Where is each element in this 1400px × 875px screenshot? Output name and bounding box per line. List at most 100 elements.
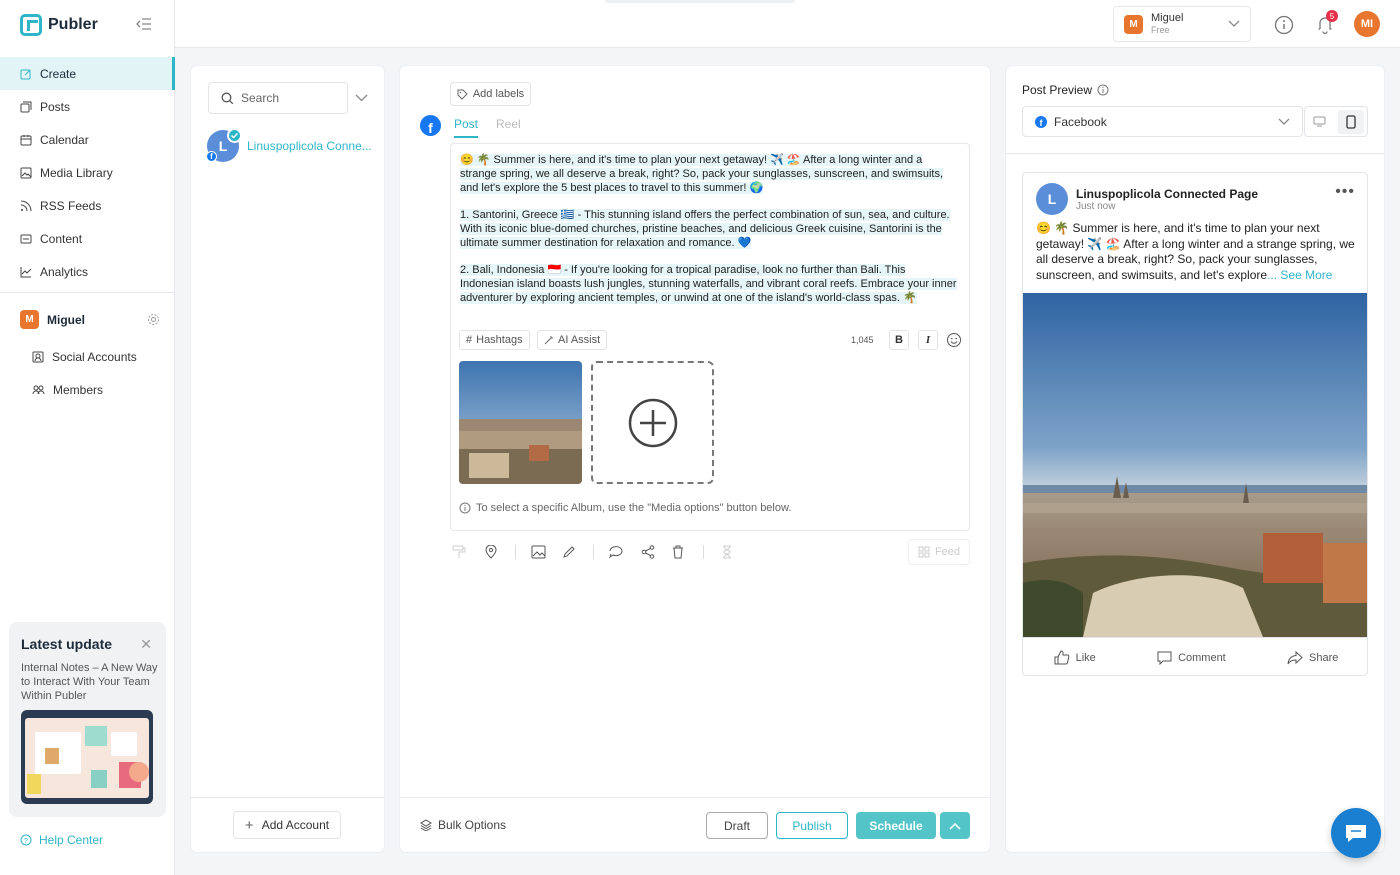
- edit-icon: [20, 69, 31, 79]
- nav-item-create[interactable]: Create: [0, 57, 175, 90]
- bold-button[interactable]: B: [889, 330, 909, 350]
- nav-item-analytics[interactable]: Analytics: [0, 255, 175, 288]
- ai-assist-button[interactable]: AI Assist: [537, 330, 608, 350]
- mobile-icon[interactable]: [1338, 110, 1364, 134]
- members-icon: [32, 385, 45, 395]
- grid-icon: [918, 546, 930, 558]
- help-center-link[interactable]: ? Help Center: [20, 833, 103, 847]
- publer-logo[interactable]: Publer: [20, 14, 98, 36]
- plus-circle-icon: [628, 398, 677, 447]
- nav-label: Content: [40, 231, 83, 246]
- feed-button[interactable]: Feed: [908, 539, 970, 565]
- comment-icon[interactable]: [609, 545, 624, 559]
- divider: [1006, 153, 1384, 154]
- close-icon[interactable]: ✕: [140, 636, 152, 653]
- post-body: 😊 🌴 Summer is here, and it's time to pla…: [1036, 221, 1356, 283]
- sub-item-members[interactable]: Members: [32, 383, 103, 397]
- publish-button[interactable]: Publish: [776, 812, 848, 839]
- add-account-button[interactable]: + Add Account: [233, 811, 341, 839]
- post-header: L Linuspoplicola Connected Page Just now: [1036, 183, 1258, 215]
- update-text: Internal Notes – A New Way to Interact W…: [21, 662, 158, 702]
- trash-icon[interactable]: [672, 545, 684, 559]
- media-thumbnail[interactable]: [459, 361, 582, 484]
- more-options-icon[interactable]: •••: [1335, 183, 1355, 201]
- network-select[interactable]: f Facebook: [1022, 106, 1303, 137]
- nav-item-rss-feeds[interactable]: RSS Feeds: [0, 189, 175, 222]
- share-button[interactable]: Share: [1287, 650, 1339, 665]
- page-name: Linuspoplicola Connected Page: [1076, 186, 1259, 201]
- italic-button[interactable]: I: [918, 330, 938, 350]
- pencil-icon[interactable]: [562, 545, 576, 559]
- workspace-selector[interactable]: M Miguel: [20, 310, 160, 329]
- info-icon[interactable]: [1274, 15, 1294, 35]
- post-paragraph: 2. Bali, Indonesia 🇮🇩 - If you're lookin…: [460, 264, 957, 304]
- update-thumbnail[interactable]: [21, 710, 153, 804]
- magic-wand-icon: [544, 336, 553, 345]
- post-editor[interactable]: 😊 🌴 Summer is here, and it's time to pla…: [450, 143, 970, 531]
- nav-item-media-library[interactable]: Media Library: [0, 156, 175, 189]
- hashtags-label: Hashtags: [476, 334, 523, 346]
- user-selector[interactable]: M Miguel Free: [1113, 6, 1251, 42]
- collapse-sidebar-icon[interactable]: [136, 17, 152, 31]
- location-icon[interactable]: [484, 545, 498, 559]
- separator: [515, 545, 516, 559]
- media-hint: To select a specific Album, use the "Med…: [459, 502, 791, 514]
- user-name: Miguel: [1151, 11, 1184, 24]
- image-icon[interactable]: [531, 545, 546, 559]
- post-image: [1023, 293, 1367, 637]
- account-item[interactable]: L f Linuspoplicola Conne...: [206, 128, 372, 162]
- nav-label: Media Library: [40, 165, 113, 180]
- filter-chevron-icon[interactable]: [355, 94, 368, 102]
- add-media-button[interactable]: [591, 361, 714, 484]
- bulk-options-label: Bulk Options: [438, 818, 507, 832]
- accounts-panel: Search L f Linuspoplicola Conne... + Add…: [191, 66, 384, 852]
- hash-icon: #: [466, 334, 473, 346]
- info-icon[interactable]: [1097, 84, 1109, 96]
- composer-panel: Add labels f Post Reel 😊 🌴 Summer is her…: [400, 66, 990, 852]
- facebook-post-preview: L Linuspoplicola Connected Page Just now…: [1022, 172, 1368, 676]
- preview-header: Post Preview: [1022, 83, 1109, 97]
- see-more-link[interactable]: ... See More: [1267, 268, 1332, 282]
- share-label: Share: [1309, 651, 1339, 664]
- profile-avatar[interactable]: MI: [1354, 11, 1380, 37]
- support-chat-button[interactable]: [1331, 808, 1381, 858]
- character-count: 1,045: [851, 335, 874, 345]
- post-time: Just now: [1076, 200, 1116, 212]
- add-labels-button[interactable]: Add labels: [450, 82, 531, 106]
- nav-item-content[interactable]: Content: [0, 222, 175, 255]
- social-accounts-icon: [32, 351, 44, 363]
- hashtags-button[interactable]: # Hashtags: [459, 330, 530, 350]
- hourglass-icon[interactable]: [722, 545, 732, 559]
- tab-post[interactable]: Post: [454, 117, 479, 138]
- account-name: Linuspoplicola Conne...: [247, 139, 372, 153]
- device-toggle: [1304, 106, 1368, 137]
- latest-update-card[interactable]: Latest update ✕ Internal Notes – A New W…: [9, 622, 166, 817]
- like-button[interactable]: Like: [1054, 650, 1096, 665]
- paint-roller-icon[interactable]: [452, 545, 466, 559]
- schedule-options-button[interactable]: [940, 812, 970, 839]
- desktop-icon[interactable]: [1313, 115, 1326, 128]
- media-hint-text: To select a specific Album, use the "Med…: [476, 502, 792, 514]
- post-paragraph: 😊 🌴 Summer is here, and it's time to pla…: [460, 154, 944, 194]
- tag-icon: [457, 89, 468, 100]
- tab-reel[interactable]: Reel: [496, 117, 521, 138]
- notification-badge: 5: [1326, 10, 1338, 22]
- emoji-icon[interactable]: [946, 332, 962, 348]
- nav-item-calendar[interactable]: Calendar: [0, 123, 175, 156]
- comment-button[interactable]: Comment: [1157, 651, 1226, 665]
- schedule-button[interactable]: Schedule: [856, 812, 936, 839]
- nav-label: Create: [40, 66, 77, 81]
- post-text[interactable]: 😊 🌴 Summer is here, and it's time to pla…: [460, 153, 960, 318]
- bulk-options-button[interactable]: Bulk Options: [420, 818, 506, 832]
- facebook-icon[interactable]: f: [420, 115, 441, 136]
- top-notch: [605, 0, 795, 3]
- draft-button[interactable]: Draft: [706, 812, 768, 839]
- search-input[interactable]: Search: [208, 82, 348, 114]
- sub-item-social-accounts[interactable]: Social Accounts: [32, 350, 137, 364]
- post-paragraph: 1. Santorini, Greece 🇬🇷 - This stunning …: [460, 209, 950, 249]
- share-icon[interactable]: [641, 545, 655, 559]
- plus-icon: +: [244, 816, 254, 834]
- facebook-icon: f: [206, 151, 217, 162]
- nav-item-posts[interactable]: Posts: [0, 90, 175, 123]
- gear-icon[interactable]: [147, 313, 160, 326]
